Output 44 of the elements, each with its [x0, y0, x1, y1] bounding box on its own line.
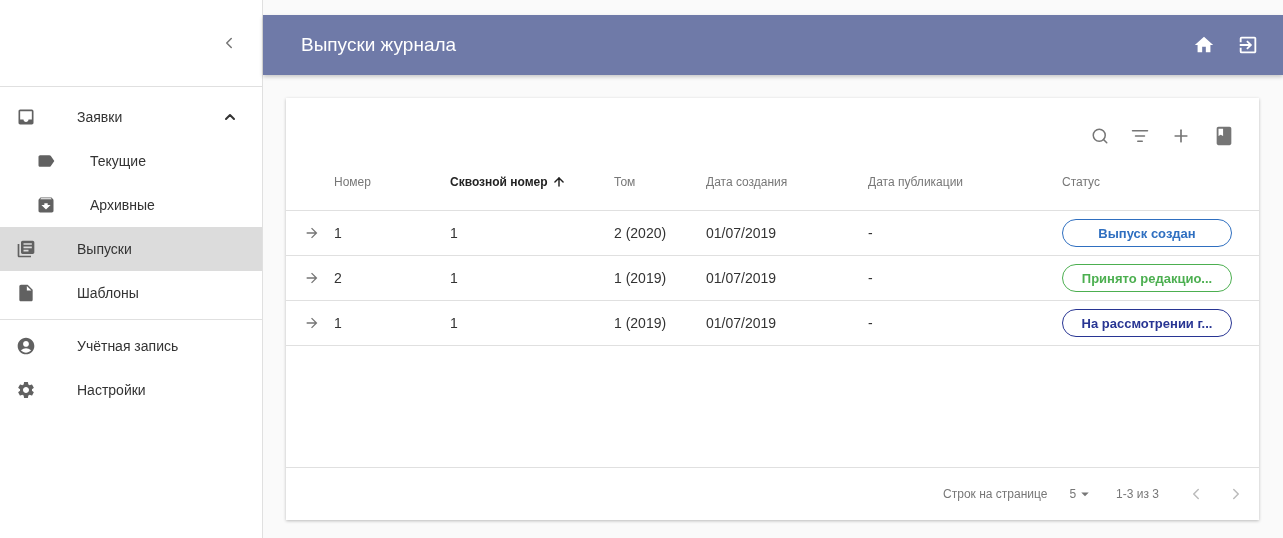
- table-cell: 1 (2019): [614, 270, 667, 286]
- table-cell: 1: [450, 225, 458, 241]
- search-icon[interactable]: [1091, 127, 1109, 145]
- table-cell: 1: [450, 270, 458, 286]
- library-icon: [16, 239, 36, 259]
- column-header[interactable]: Номер: [334, 175, 371, 189]
- sidebar-item[interactable]: Текущие: [0, 139, 262, 183]
- column-header[interactable]: Дата публикации: [868, 175, 964, 189]
- archive-icon: [36, 195, 56, 215]
- column-header[interactable]: Том: [614, 175, 636, 189]
- settings-icon: [16, 380, 36, 400]
- account-icon: [16, 336, 36, 356]
- sidebar-item[interactable]: Настройки: [0, 368, 262, 412]
- logout-icon[interactable]: [1237, 34, 1259, 56]
- document-icon: [16, 283, 36, 303]
- inbox-icon: [16, 107, 36, 127]
- open-arrow-icon[interactable]: [304, 225, 320, 241]
- rows-per-page-label: Строк на странице: [943, 487, 1048, 501]
- filter-icon[interactable]: [1131, 127, 1149, 145]
- table-cell: 01/07/2019: [706, 315, 777, 331]
- sidebar-item[interactable]: Выпуски: [0, 227, 262, 271]
- rows-per-page-select[interactable]: 5: [1069, 485, 1095, 503]
- sidebar-item[interactable]: Шаблоны: [0, 271, 262, 315]
- table-cell: 1: [334, 225, 342, 241]
- page-range: 1-3 из 3: [1116, 487, 1159, 501]
- table-cell: -: [868, 315, 873, 331]
- page-title: Выпуски журнала: [301, 34, 458, 56]
- table-cell: 2 (2020): [614, 225, 667, 241]
- sidebar-item[interactable]: Заявки: [0, 95, 262, 139]
- sidebar-item[interactable]: Архивные: [0, 183, 262, 227]
- table-cell: 2: [334, 270, 342, 286]
- table-cell: -: [868, 270, 873, 286]
- table-cell: 1: [334, 315, 342, 331]
- table-cell: 1: [450, 315, 458, 331]
- column-header[interactable]: Сквозной номер: [450, 175, 548, 189]
- column-header[interactable]: Статус: [1062, 175, 1100, 189]
- table-cell: 01/07/2019: [706, 270, 777, 286]
- table-cell: -: [868, 225, 873, 241]
- table-cell: 01/07/2019: [706, 225, 777, 241]
- open-arrow-icon[interactable]: [304, 315, 320, 331]
- column-header[interactable]: Дата создания: [706, 175, 788, 189]
- sidebar-item[interactable]: Учётная запись: [0, 324, 262, 368]
- table-cell: 1 (2019): [614, 315, 667, 331]
- open-arrow-icon[interactable]: [304, 270, 320, 286]
